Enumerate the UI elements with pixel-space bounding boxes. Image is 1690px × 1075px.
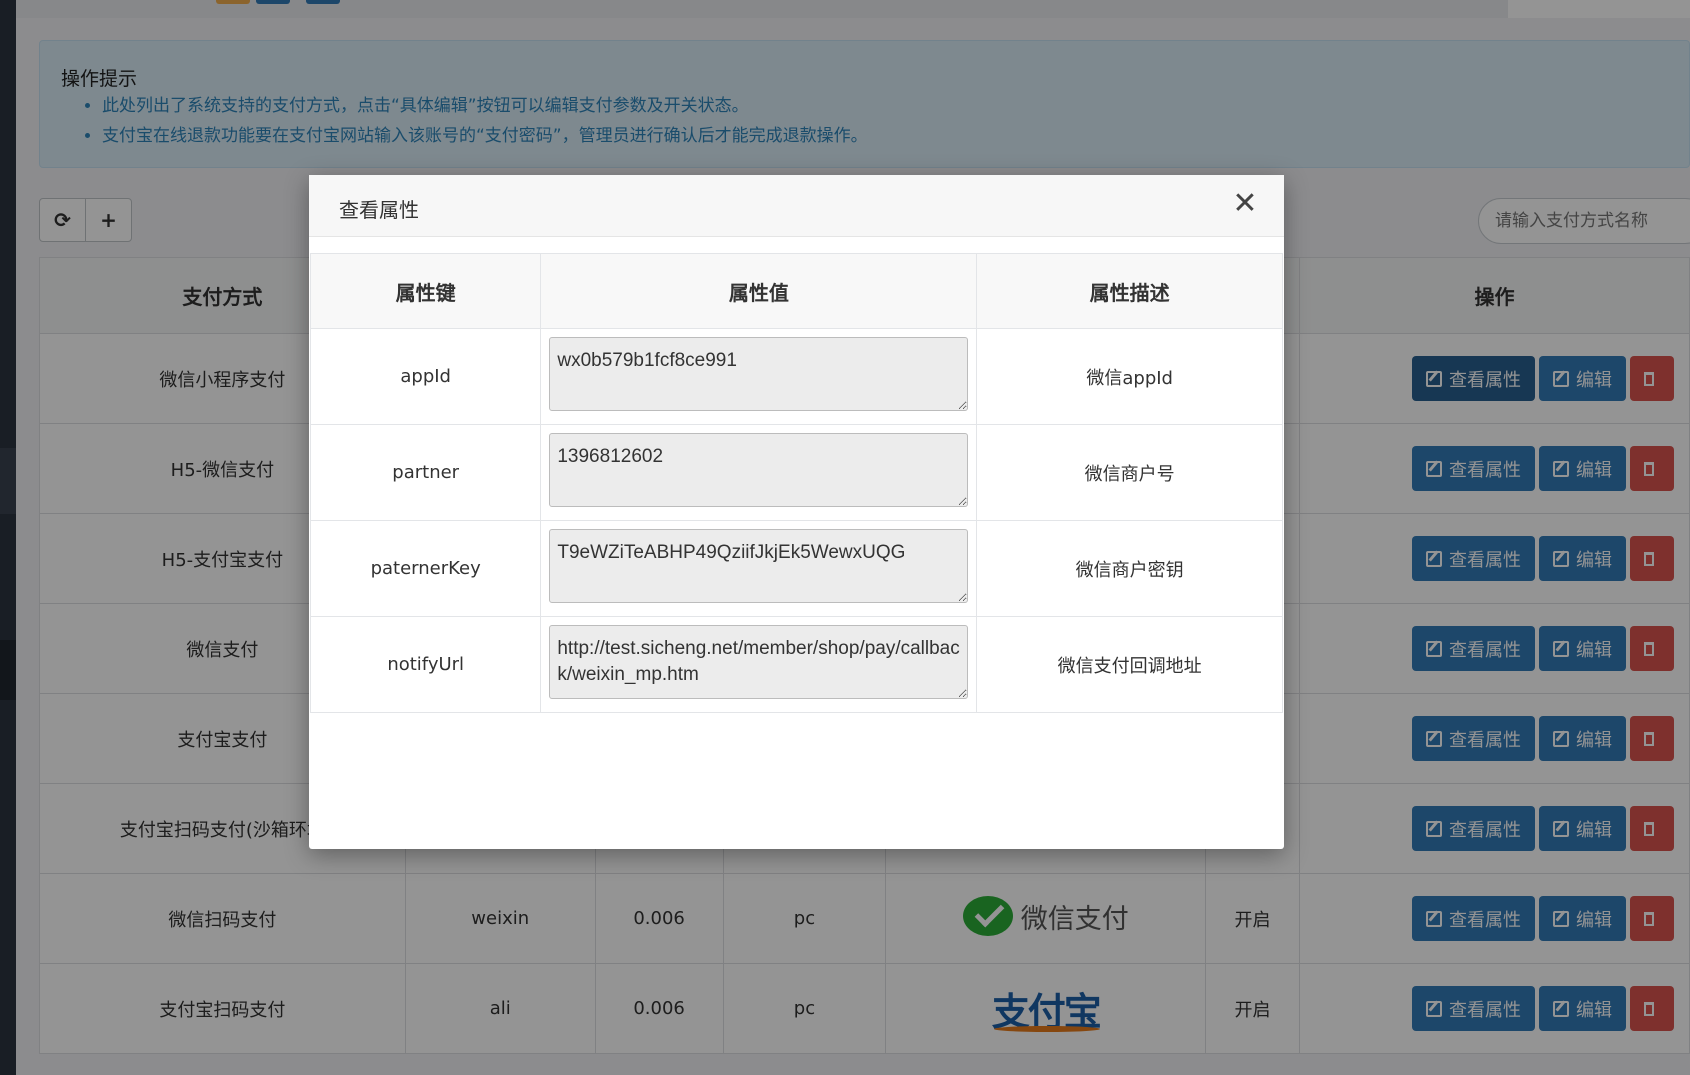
- modal-title: 查看属性: [339, 198, 419, 222]
- property-desc: 微信商户号: [976, 424, 1283, 521]
- property-row: notifyUrl http://test.sicheng.net/member…: [309, 616, 1283, 713]
- properties-modal: 查看属性 ✕ 属性键 属性值 属性描述 appId wx0b579b1fcf8c…: [309, 175, 1284, 849]
- property-desc: 微信商户密钥: [976, 520, 1283, 617]
- property-desc: 微信appId: [976, 328, 1283, 425]
- property-value-field[interactable]: T9eWZiTeABHP49QziifJkjEk5WewxUQG: [549, 529, 969, 603]
- close-icon[interactable]: ✕: [1230, 189, 1260, 219]
- property-key: notifyUrl: [309, 616, 542, 713]
- properties-header-row: 属性键 属性值 属性描述: [309, 253, 1283, 329]
- property-desc: 微信支付回调地址: [976, 616, 1283, 713]
- modal-header: 查看属性 ✕: [309, 175, 1284, 237]
- column-header-key: 属性键: [309, 253, 542, 329]
- property-value-field[interactable]: 1396812602: [549, 433, 969, 507]
- property-key: appId: [309, 328, 542, 425]
- property-key: partner: [309, 424, 542, 521]
- property-row: partner 1396812602 微信商户号: [309, 424, 1283, 521]
- property-value-field[interactable]: http://test.sicheng.net/member/shop/pay/…: [549, 625, 969, 699]
- property-value-field[interactable]: wx0b579b1fcf8ce991: [549, 337, 969, 411]
- property-row: appId wx0b579b1fcf8ce991 微信appId: [309, 328, 1283, 425]
- property-row: paternerKey T9eWZiTeABHP49QziifJkjEk5Wew…: [309, 520, 1283, 617]
- properties-table: 属性键 属性值 属性描述 appId wx0b579b1fcf8ce991 微信…: [309, 253, 1283, 713]
- property-key: paternerKey: [309, 520, 542, 617]
- column-header-value: 属性值: [540, 253, 978, 329]
- column-header-desc: 属性描述: [976, 253, 1283, 329]
